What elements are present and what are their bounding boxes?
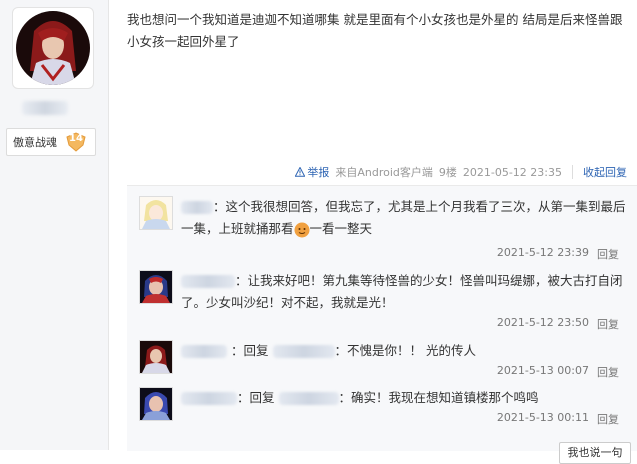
post-floor: 9楼: [438, 166, 457, 179]
reply-to-label: 回复: [249, 390, 275, 405]
reply-time: 2021-5-13 00:07: [496, 364, 589, 377]
reply-time: 2021-5-12 23:39: [496, 246, 589, 259]
reply-colon: ：: [230, 343, 244, 358]
reply-avatar-image: [140, 388, 172, 420]
level-number: 14: [69, 133, 83, 144]
reply-avatar-image: [140, 341, 172, 373]
post-meta: 举报 来自Android客户端 9楼 2021-05-12 23:35 收起回复: [295, 163, 627, 181]
reply-colon: ：: [235, 273, 248, 288]
reply-avatar[interactable]: [139, 387, 173, 421]
reply-button[interactable]: 回复: [597, 316, 619, 332]
author-level[interactable]: 傲意战魂 14: [6, 128, 96, 156]
reply-avatar[interactable]: [139, 196, 173, 230]
reply-text: 让我来好吧！第九集等待怪兽的少女！怪兽叫玛缇娜，被大古打自闭了。少女叫沙纪！对不…: [181, 273, 623, 310]
reply-username-blurred[interactable]: [181, 392, 237, 405]
reply-username-blurred[interactable]: [181, 201, 213, 214]
post-time: 2021-05-12 23:35: [462, 165, 562, 179]
reply-panel: ：这个我很想回答，但我忘了，尤其是上个月我看了三次，从第一集到最后一集，上班就捅…: [127, 185, 637, 464]
reply-to-label: 回复: [243, 343, 269, 358]
reply-avatar[interactable]: [139, 340, 173, 374]
meta-divider: [572, 165, 573, 179]
reply-colon: ：: [213, 199, 226, 214]
author-avatar-image: [16, 11, 90, 85]
report-label: 举报: [307, 166, 330, 179]
reply-button[interactable]: 回复: [597, 246, 619, 262]
reply-username-blurred[interactable]: [181, 345, 227, 358]
reply-footer: 2021-5-13 00:07 回复: [497, 364, 619, 380]
author-avatar[interactable]: [12, 7, 94, 89]
reply-target-blurred[interactable]: [278, 392, 339, 405]
reply-content: ：让我来好吧！第九集等待怪兽的少女！怪兽叫玛缇娜，被大古打自闭了。少女叫沙纪！对…: [181, 270, 629, 314]
say-something-button[interactable]: 我也说一句: [559, 442, 631, 464]
reply-content: ：回复 ：确实！我现在想知道镇楼那个鸣鸣: [181, 387, 629, 409]
collapse-reply-button[interactable]: 收起回复: [583, 164, 627, 180]
reply-avatar-image: [140, 197, 172, 229]
reply-button[interactable]: 回复: [597, 411, 619, 427]
author-username-blurred: [22, 101, 68, 115]
reply-colon: ：: [334, 343, 348, 358]
reply-colon: ：: [338, 390, 352, 405]
level-name: 傲意战魂: [13, 136, 57, 149]
post-content: 我也想问一个我知道是迪迦不知道哪集 就是里面有个小女孩也是外星的 结局是后来怪兽…: [127, 12, 623, 49]
reply-text: 不愧是你！！ 光的传人: [347, 343, 476, 358]
reply-avatar[interactable]: [139, 270, 173, 304]
reply-content: ：回复 ：不愧是你！！ 光的传人: [181, 340, 629, 362]
report-link[interactable]: 举报: [295, 164, 329, 180]
post-client: 来自Android客户端: [335, 166, 433, 179]
reply-button[interactable]: 回复: [597, 364, 619, 380]
reply-text: 这个我很想回答，但我忘了，尤其是上个月我看了三次，从第一集到最后一集，上班就捅那…: [181, 199, 626, 236]
reply-time: 2021-5-13 00:11: [496, 411, 589, 424]
reply-colon: ：: [237, 390, 250, 405]
emoji-icon: [294, 222, 310, 237]
reply-text-end: 一看一整天: [309, 221, 373, 236]
reply-content: ：这个我很想回答，但我忘了，尤其是上个月我看了三次，从第一集到最后一集，上班就捅…: [181, 196, 629, 240]
warning-icon: [295, 167, 306, 177]
reply-footer: 2021-5-12 23:50 回复: [497, 316, 619, 332]
reply-text: 确实！我现在想知道镇楼那个鸣鸣: [351, 390, 539, 405]
reply-target-blurred[interactable]: [272, 345, 335, 358]
author-sidebar: 傲意战魂 14: [0, 0, 109, 450]
reply-time: 2021-5-12 23:50: [496, 316, 589, 329]
reply-footer: 2021-5-12 23:39 回复: [497, 246, 619, 262]
level-badge: 14: [65, 131, 87, 153]
reply-footer: 2021-5-13 00:11 回复: [497, 411, 619, 427]
reply-avatar-image: [140, 271, 172, 303]
reply-username-blurred[interactable]: [181, 275, 235, 288]
